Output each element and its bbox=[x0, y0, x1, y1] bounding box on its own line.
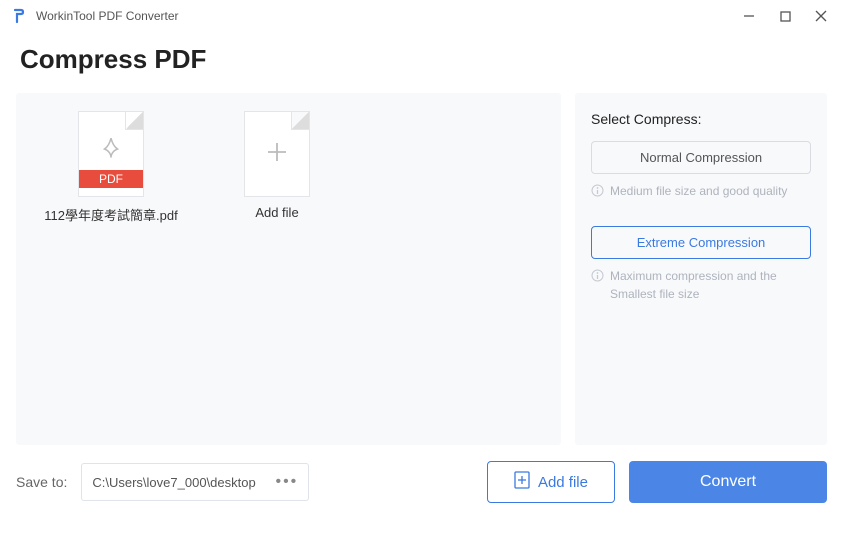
titlebar-left: WorkinTool PDF Converter bbox=[12, 8, 179, 24]
minimize-button[interactable] bbox=[739, 6, 759, 26]
browse-path-button[interactable]: ••• bbox=[265, 463, 309, 501]
adobe-pdf-icon bbox=[98, 136, 124, 167]
window-controls bbox=[739, 6, 831, 26]
page-corner-fold bbox=[125, 112, 143, 130]
maximize-button[interactable] bbox=[775, 6, 795, 26]
option-label: Extreme Compression bbox=[637, 235, 766, 250]
main-area: PDF 112學年度考試簡章.pdf Add file Select Compr… bbox=[0, 93, 843, 445]
file-item[interactable]: PDF 112學年度考試簡章.pdf bbox=[36, 111, 186, 224]
help-text: Medium file size and good quality bbox=[610, 182, 787, 200]
normal-compression-help: Medium file size and good quality bbox=[591, 182, 811, 202]
compression-options-panel: Select Compress: Normal Compression Medi… bbox=[575, 93, 827, 445]
pdf-band: PDF bbox=[79, 170, 143, 188]
plus-icon bbox=[263, 138, 291, 171]
add-file-plus-icon bbox=[514, 471, 530, 493]
title-bar: WorkinTool PDF Converter bbox=[0, 0, 843, 32]
save-path-input[interactable] bbox=[81, 463, 279, 501]
add-file-button[interactable]: Add file bbox=[487, 461, 615, 503]
save-path-wrap: ••• bbox=[81, 463, 309, 501]
bottom-bar: Save to: ••• Add file Convert bbox=[0, 445, 843, 503]
close-button[interactable] bbox=[811, 6, 831, 26]
option-label: Normal Compression bbox=[640, 150, 762, 165]
app-title: WorkinTool PDF Converter bbox=[36, 9, 179, 23]
add-file-label: Add file bbox=[255, 205, 298, 220]
pdf-thumbnail: PDF bbox=[78, 111, 144, 197]
app-logo-icon bbox=[12, 8, 28, 24]
file-panel: PDF 112學年度考試簡章.pdf Add file bbox=[16, 93, 561, 445]
info-icon bbox=[591, 269, 604, 287]
page-title: Compress PDF bbox=[0, 32, 843, 93]
add-thumbnail bbox=[244, 111, 310, 197]
add-file-tile[interactable]: Add file bbox=[244, 111, 310, 220]
more-icon: ••• bbox=[275, 473, 298, 491]
help-text: Maximum compression and the Smallest fil… bbox=[610, 267, 811, 303]
add-file-button-label: Add file bbox=[538, 474, 588, 491]
file-name: 112學年度考試簡章.pdf bbox=[44, 205, 177, 224]
compression-heading: Select Compress: bbox=[591, 111, 811, 127]
convert-button[interactable]: Convert bbox=[629, 461, 827, 503]
page-corner-fold bbox=[291, 112, 309, 130]
info-icon bbox=[591, 184, 604, 202]
normal-compression-option[interactable]: Normal Compression bbox=[591, 141, 811, 174]
extreme-compression-option[interactable]: Extreme Compression bbox=[591, 226, 811, 259]
save-to-label: Save to: bbox=[16, 474, 67, 490]
extreme-compression-help: Maximum compression and the Smallest fil… bbox=[591, 267, 811, 303]
convert-button-label: Convert bbox=[700, 473, 756, 490]
